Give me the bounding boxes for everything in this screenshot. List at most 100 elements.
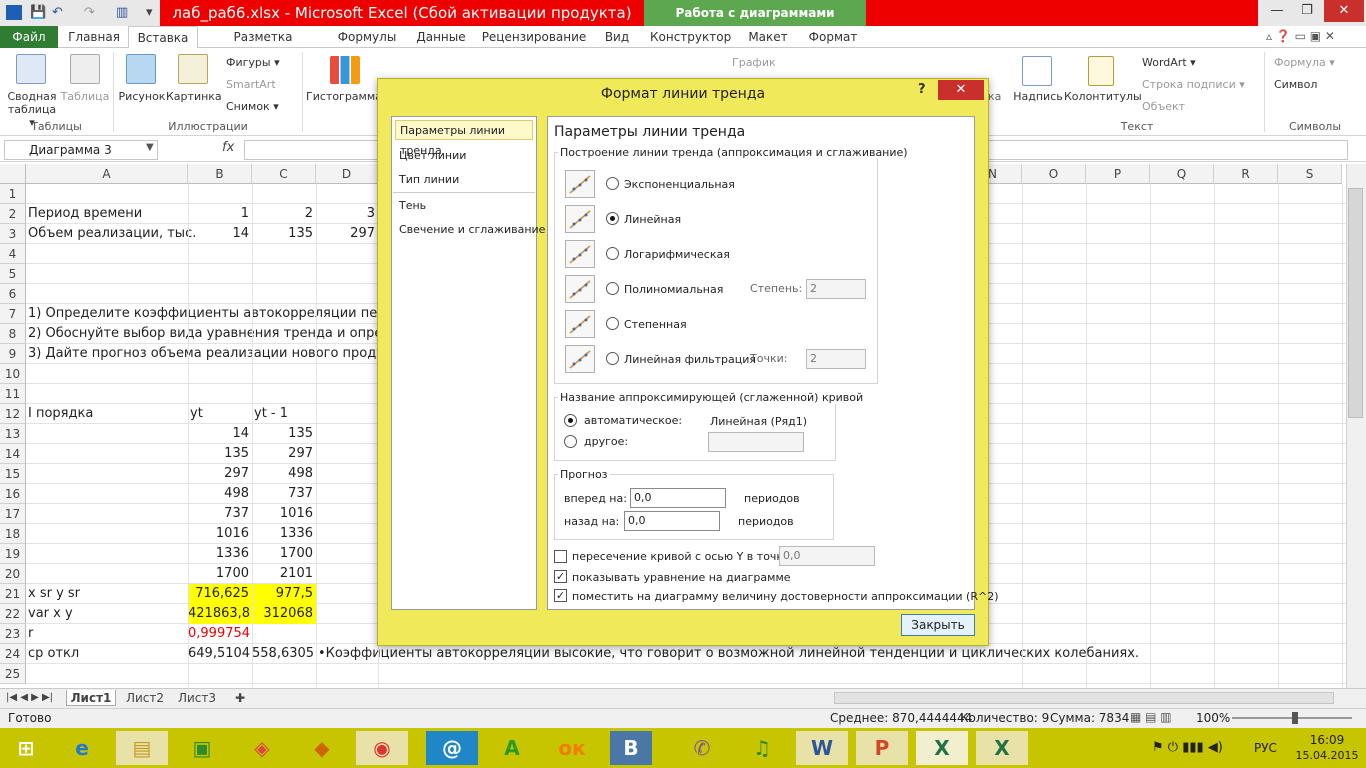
- sheet-tab-2[interactable]: Лист2: [124, 690, 166, 706]
- points-spinner[interactable]: 2: [806, 349, 866, 369]
- cell-a7[interactable]: 1) Определите коэффициенты автокорреляци…: [28, 304, 393, 324]
- app-icon-2[interactable]: ◆: [296, 731, 348, 765]
- trend-type-radio[interactable]: [606, 247, 619, 260]
- row-header[interactable]: 21: [0, 584, 26, 604]
- cell-b3[interactable]: 14: [188, 224, 252, 244]
- trend-type-radio[interactable]: [606, 177, 619, 190]
- cell-c19[interactable]: 1700: [252, 544, 316, 564]
- cell-c14[interactable]: 297: [252, 444, 316, 464]
- cell-b14[interactable]: 135: [188, 444, 252, 464]
- ribbon-window-controls[interactable]: ▵ ❓ ▭ ▣ ✕: [1266, 29, 1335, 43]
- row-header[interactable]: 7: [0, 304, 26, 324]
- symbol-button[interactable]: Символ: [1274, 78, 1317, 91]
- sheet-tab-1[interactable]: Лист1: [66, 690, 116, 706]
- forward-input[interactable]: 0,0: [630, 488, 726, 508]
- pivot-table-icon[interactable]: [16, 54, 46, 84]
- row-header[interactable]: 18: [0, 524, 26, 544]
- mail-icon[interactable]: @: [426, 731, 478, 765]
- header-footer-icon[interactable]: [1088, 56, 1114, 86]
- cell-a3[interactable]: Объем реализации, тыс.: [28, 224, 196, 244]
- nav-shadow[interactable]: Тень: [395, 196, 426, 216]
- view-mode-icons[interactable]: ▦ ▤ ▥: [1130, 710, 1172, 724]
- row-header[interactable]: 3: [0, 224, 26, 244]
- row-header[interactable]: 11: [0, 384, 26, 404]
- trend-type-radio[interactable]: [606, 282, 619, 295]
- object-button[interactable]: Объект: [1142, 100, 1185, 113]
- fx-icon[interactable]: fx: [222, 140, 234, 155]
- cell-a23[interactable]: r: [28, 624, 33, 644]
- cell-c21[interactable]: 977,5: [252, 584, 316, 604]
- cell-c12[interactable]: yt - 1: [254, 404, 288, 424]
- cell-c15[interactable]: 498: [252, 464, 316, 484]
- ie-icon[interactable]: e: [56, 731, 108, 765]
- viber-icon[interactable]: ✆: [676, 731, 728, 765]
- cell-b13[interactable]: 14: [188, 424, 252, 444]
- row-header[interactable]: 15: [0, 464, 26, 484]
- row-header[interactable]: 17: [0, 504, 26, 524]
- row-header[interactable]: 22: [0, 604, 26, 624]
- nav-line-color[interactable]: Цвет линии: [395, 146, 466, 166]
- cell-c20[interactable]: 2101: [252, 564, 316, 584]
- col-header-c[interactable]: C: [252, 164, 316, 184]
- cell-c13[interactable]: 135: [252, 424, 316, 444]
- row-header[interactable]: 4: [0, 244, 26, 264]
- picture-icon[interactable]: [126, 54, 156, 84]
- form-icon[interactable]: ▥: [116, 3, 128, 23]
- row-header[interactable]: 24: [0, 644, 26, 664]
- row-header[interactable]: 8: [0, 324, 26, 344]
- tab-review[interactable]: Рецензирование: [480, 26, 588, 48]
- new-sheet-icon[interactable]: ✚: [230, 690, 250, 706]
- row-header[interactable]: 20: [0, 564, 26, 584]
- col-header-o[interactable]: O: [1022, 164, 1086, 184]
- snapshot-button[interactable]: Снимок ▾: [226, 100, 279, 113]
- cell-a9[interactable]: 3) Дайте прогноз объема реализации новог…: [28, 344, 392, 364]
- name-other-input[interactable]: [708, 432, 804, 452]
- undo-icon[interactable]: ↶: [52, 3, 63, 23]
- cell-b24[interactable]: 649,5104: [188, 644, 252, 664]
- nav-trendline-options[interactable]: Параметры линии тренда: [395, 120, 533, 157]
- cell-b22[interactable]: 421863,8: [188, 604, 252, 624]
- col-header-b[interactable]: B: [188, 164, 252, 184]
- tab-page-layout[interactable]: Разметка страницы: [204, 26, 322, 66]
- show-equation-checkbox[interactable]: ✓: [554, 570, 567, 583]
- windows-start-icon[interactable]: ⊞: [0, 731, 52, 765]
- row-header[interactable]: 16: [0, 484, 26, 504]
- signature-line-button[interactable]: Строка подписи ▾: [1142, 78, 1245, 91]
- cell-b19[interactable]: 1336: [188, 544, 252, 564]
- cell-b18[interactable]: 1016: [188, 524, 252, 544]
- help-icon[interactable]: ?: [918, 82, 926, 97]
- cell-d3[interactable]: 297: [316, 224, 378, 244]
- tab-insert[interactable]: Вставка: [128, 26, 198, 49]
- row-header[interactable]: 2: [0, 204, 26, 224]
- clock-date[interactable]: 15.04.2015: [1294, 749, 1360, 762]
- excel-icon[interactable]: [6, 5, 22, 20]
- name-other-radio[interactable]: [564, 435, 577, 448]
- col-header-p[interactable]: P: [1086, 164, 1150, 184]
- excel-taskbar-icon[interactable]: X: [916, 731, 968, 765]
- dialog-close-icon[interactable]: ✕: [938, 80, 984, 100]
- cell-a8[interactable]: 2) Обоснуйте выбор вида уравнения тренда…: [28, 324, 391, 344]
- select-all[interactable]: [0, 164, 26, 184]
- tab-home[interactable]: Главная: [64, 26, 124, 48]
- col-header-q[interactable]: Q: [1150, 164, 1214, 184]
- row-header[interactable]: 13: [0, 424, 26, 444]
- row-header[interactable]: 1: [0, 184, 26, 204]
- intercept-checkbox[interactable]: [554, 550, 567, 563]
- row-header[interactable]: 19: [0, 544, 26, 564]
- equation-button[interactable]: Формула ▾: [1274, 56, 1335, 69]
- row-header[interactable]: 23: [0, 624, 26, 644]
- zoom-level[interactable]: 100%: [1196, 711, 1230, 725]
- row-header[interactable]: 14: [0, 444, 26, 464]
- cell-b16[interactable]: 498: [188, 484, 252, 504]
- powerpoint-icon[interactable]: P: [856, 731, 908, 765]
- redo-icon[interactable]: ↷: [84, 3, 95, 23]
- graph-button[interactable]: График: [732, 56, 776, 69]
- row-header[interactable]: 10: [0, 364, 26, 384]
- cell-b21[interactable]: 716,625: [188, 584, 252, 604]
- tab-format[interactable]: Формат: [804, 26, 862, 48]
- trend-type-radio[interactable]: [606, 212, 619, 225]
- cell-b23[interactable]: 0,999754: [188, 624, 252, 644]
- wordart-button[interactable]: WordArt ▾: [1142, 56, 1196, 69]
- col-header-s[interactable]: S: [1278, 164, 1342, 184]
- cell-a24[interactable]: ср откл: [28, 644, 79, 664]
